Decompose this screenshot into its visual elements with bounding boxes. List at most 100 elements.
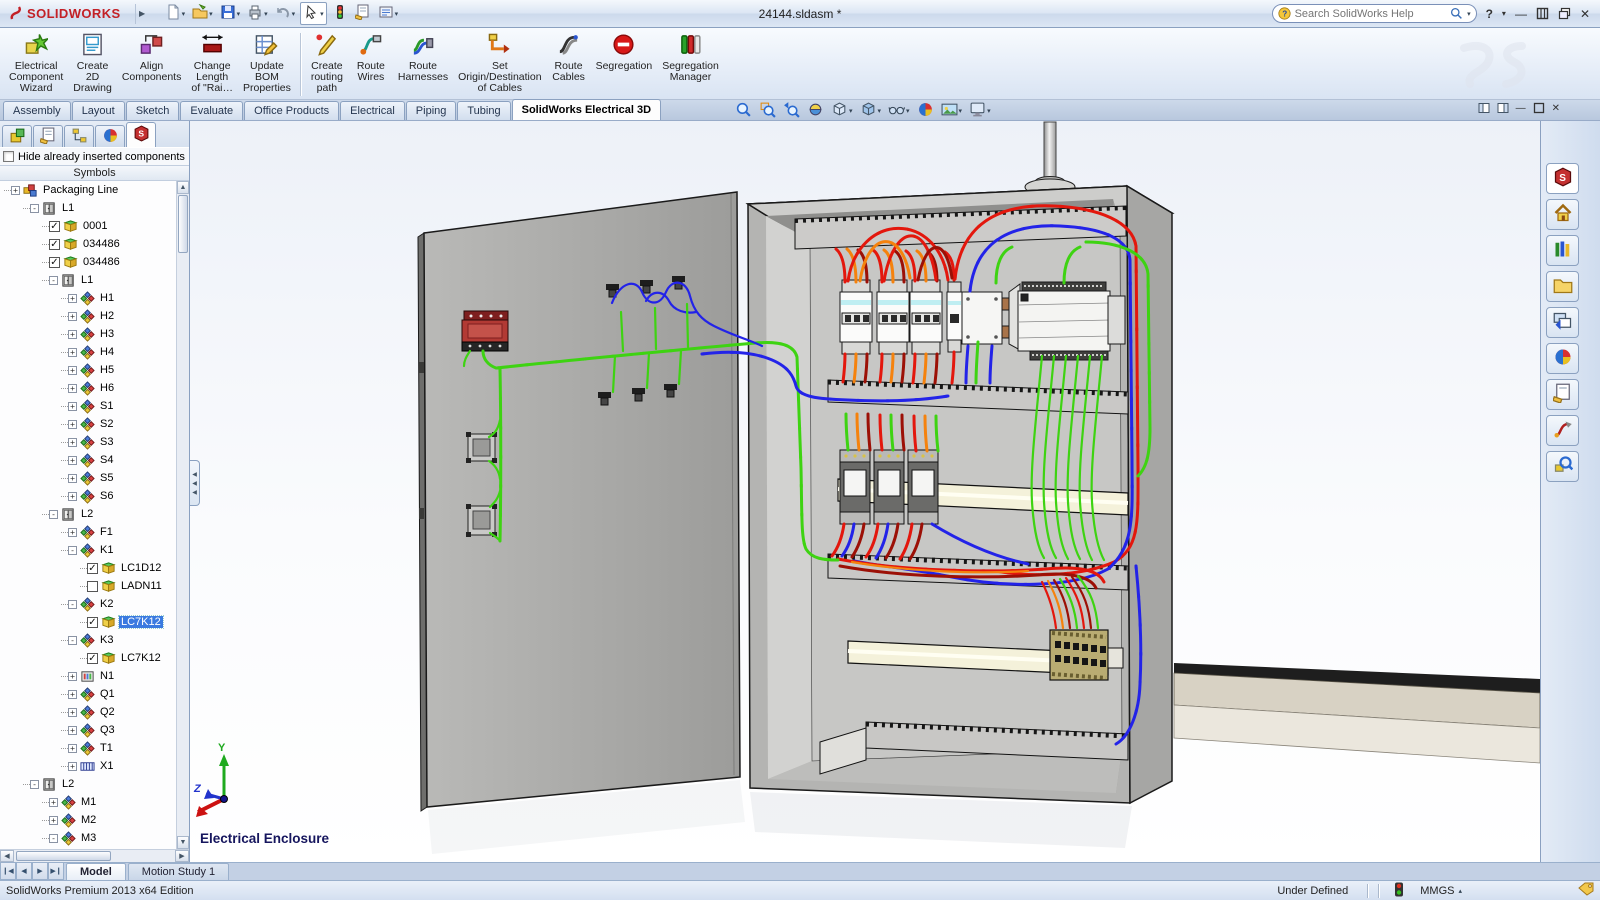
scroll-up-arrow[interactable]: ▲ (177, 181, 189, 194)
zoom-to-area-button[interactable] (759, 101, 776, 121)
expand-icon[interactable]: + (68, 384, 77, 393)
tree-item-h5[interactable]: +H5 (0, 361, 189, 379)
expand-icon[interactable]: + (68, 420, 77, 429)
tab-assembly[interactable]: Assembly (3, 101, 71, 120)
task-pane-view-palette[interactable] (1546, 307, 1579, 338)
tree-item-s3[interactable]: +S3 (0, 433, 189, 451)
close-button[interactable]: ✕ (1580, 7, 1590, 21)
cascade-windows-button[interactable] (1558, 7, 1571, 20)
collapse-icon[interactable]: - (30, 780, 39, 789)
door-transformer[interactable] (462, 311, 508, 351)
graphics-viewport[interactable]: ◀◀◀ (190, 121, 1540, 862)
tree-vertical-scrollbar[interactable]: ▲ ▼ (176, 181, 189, 849)
tree-item-x1[interactable]: +X1 (0, 757, 189, 775)
tree-item-lc7k12[interactable]: ✓LC7K12 (0, 649, 189, 667)
tree-item-034486[interactable]: ✓034486 (0, 235, 189, 253)
tree-item-s1[interactable]: +S1 (0, 397, 189, 415)
tab-solidworks-electrical-3d[interactable]: SolidWorks Electrical 3D (512, 99, 661, 120)
tree-item-f1[interactable]: +F1 (0, 523, 189, 541)
collapse-icon[interactable]: - (49, 276, 58, 285)
help-button[interactable]: ? (1486, 7, 1493, 21)
tab-model[interactable]: Model (66, 863, 126, 880)
help-search-box[interactable]: ? ▾ (1272, 4, 1477, 23)
first-tab-button[interactable]: ❙◀ (0, 863, 16, 880)
split-view-right-icon[interactable] (1497, 102, 1509, 114)
print-button[interactable]: ▾ (245, 3, 270, 24)
last-tab-button[interactable]: ▶❙ (48, 863, 64, 880)
tree-item-h3[interactable]: +H3 (0, 325, 189, 343)
tree-item-l1[interactable]: -L1 (0, 199, 189, 217)
3d-scene[interactable]: Y Z Electrical Enclosure (190, 121, 1540, 862)
expand-icon[interactable]: + (68, 348, 77, 357)
new-document-button[interactable]: ▾ (163, 3, 188, 24)
expand-icon[interactable]: + (68, 690, 77, 699)
tree-item-s4[interactable]: +S4 (0, 451, 189, 469)
doc-close-button[interactable]: ✕ (1552, 103, 1560, 114)
options-button[interactable]: ▾ (376, 3, 401, 24)
enclosure-door[interactable] (418, 192, 740, 811)
tree-item-q3[interactable]: +Q3 (0, 721, 189, 739)
menu-flyout-arrow[interactable]: ▶ (135, 4, 149, 24)
expand-icon[interactable]: + (68, 672, 77, 681)
search-input[interactable] (1295, 8, 1446, 20)
task-pane-file-explorer[interactable] (1546, 271, 1579, 302)
restore-button[interactable] (1536, 7, 1549, 20)
tab-layout[interactable]: Layout (72, 101, 125, 120)
solidworks-electrical-tab[interactable]: S (126, 122, 156, 147)
expand-icon[interactable]: + (49, 816, 58, 825)
collapse-icon[interactable]: - (49, 834, 58, 843)
tree-item-l1[interactable]: -L1 (0, 271, 189, 289)
ribbon-button-set-origin-destination[interactable]: SetOrigin/Destinationof Cables (453, 30, 546, 99)
tree-item-lc7k12[interactable]: ✓LC7K12 (0, 613, 189, 631)
next-tab-button[interactable]: ▶ (32, 863, 48, 880)
tree-checkbox[interactable]: ✓ (49, 221, 60, 232)
tree-checkbox[interactable] (87, 581, 98, 592)
collapse-icon[interactable]: - (68, 546, 77, 555)
section-view-button[interactable] (807, 101, 824, 121)
collapse-icon[interactable]: - (68, 636, 77, 645)
door-button-1[interactable] (466, 432, 497, 463)
hide-inserted-row[interactable]: Hide already inserted components (0, 147, 189, 165)
tree-checkbox[interactable]: ✓ (87, 653, 98, 664)
open-button[interactable]: ▾ (190, 3, 215, 24)
tree-checkbox[interactable]: ✓ (87, 563, 98, 574)
task-pane-design-library[interactable] (1546, 235, 1579, 266)
tag-icon[interactable] (1578, 882, 1594, 899)
tree-item-l2[interactable]: -L2 (0, 775, 189, 793)
tab-electrical[interactable]: Electrical (340, 101, 405, 120)
expand-icon[interactable]: + (11, 186, 20, 195)
view-settings-button[interactable]: ▾ (969, 101, 991, 121)
tab-piping[interactable]: Piping (406, 101, 457, 120)
stoplight-button[interactable] (330, 3, 350, 24)
ribbon-button-update-bom-properties[interactable]: UpdateBOMProperties (238, 30, 296, 99)
tree-horizontal-scrollbar[interactable]: ◀ ▶ (0, 849, 189, 862)
tree-item-l2[interactable]: -L2 (0, 505, 189, 523)
collapse-icon[interactable]: - (30, 204, 39, 213)
contactors[interactable] (840, 450, 938, 524)
expand-icon[interactable]: + (68, 708, 77, 717)
units-dropdown-arrow[interactable]: ▴ (1458, 887, 1462, 895)
task-pane-appearances[interactable] (1546, 343, 1579, 374)
ribbon-button-segregation-manager[interactable]: SegregationManager (657, 30, 724, 99)
expand-icon[interactable]: + (68, 402, 77, 411)
ribbon-button-route-harnesses[interactable]: RouteHarnesses (393, 30, 453, 99)
select-button[interactable]: ▾ (300, 2, 327, 25)
doc-minimize-button[interactable]: — (1516, 103, 1526, 114)
scroll-down-arrow[interactable]: ▼ (177, 836, 189, 849)
expand-icon[interactable]: + (68, 330, 77, 339)
collapse-icon[interactable]: - (68, 600, 77, 609)
previous-tab-button[interactable]: ◀ (16, 863, 32, 880)
tree-item-s2[interactable]: +S2 (0, 415, 189, 433)
tree-item-0001[interactable]: ✓0001 (0, 217, 189, 235)
expand-icon[interactable]: + (68, 366, 77, 375)
tree-item-m2[interactable]: +M2 (0, 811, 189, 829)
task-pane-routing-library[interactable] (1546, 451, 1579, 482)
expand-icon[interactable]: + (68, 726, 77, 735)
scroll-right-arrow[interactable]: ▶ (175, 850, 189, 862)
tree-item-packaging-line[interactable]: +Packaging Line (0, 181, 189, 199)
expand-icon[interactable]: + (68, 456, 77, 465)
expand-icon[interactable]: + (68, 474, 77, 483)
save-button[interactable]: ▾ (218, 3, 243, 24)
tree-item-k1[interactable]: -K1 (0, 541, 189, 559)
expand-icon[interactable]: + (49, 798, 58, 807)
